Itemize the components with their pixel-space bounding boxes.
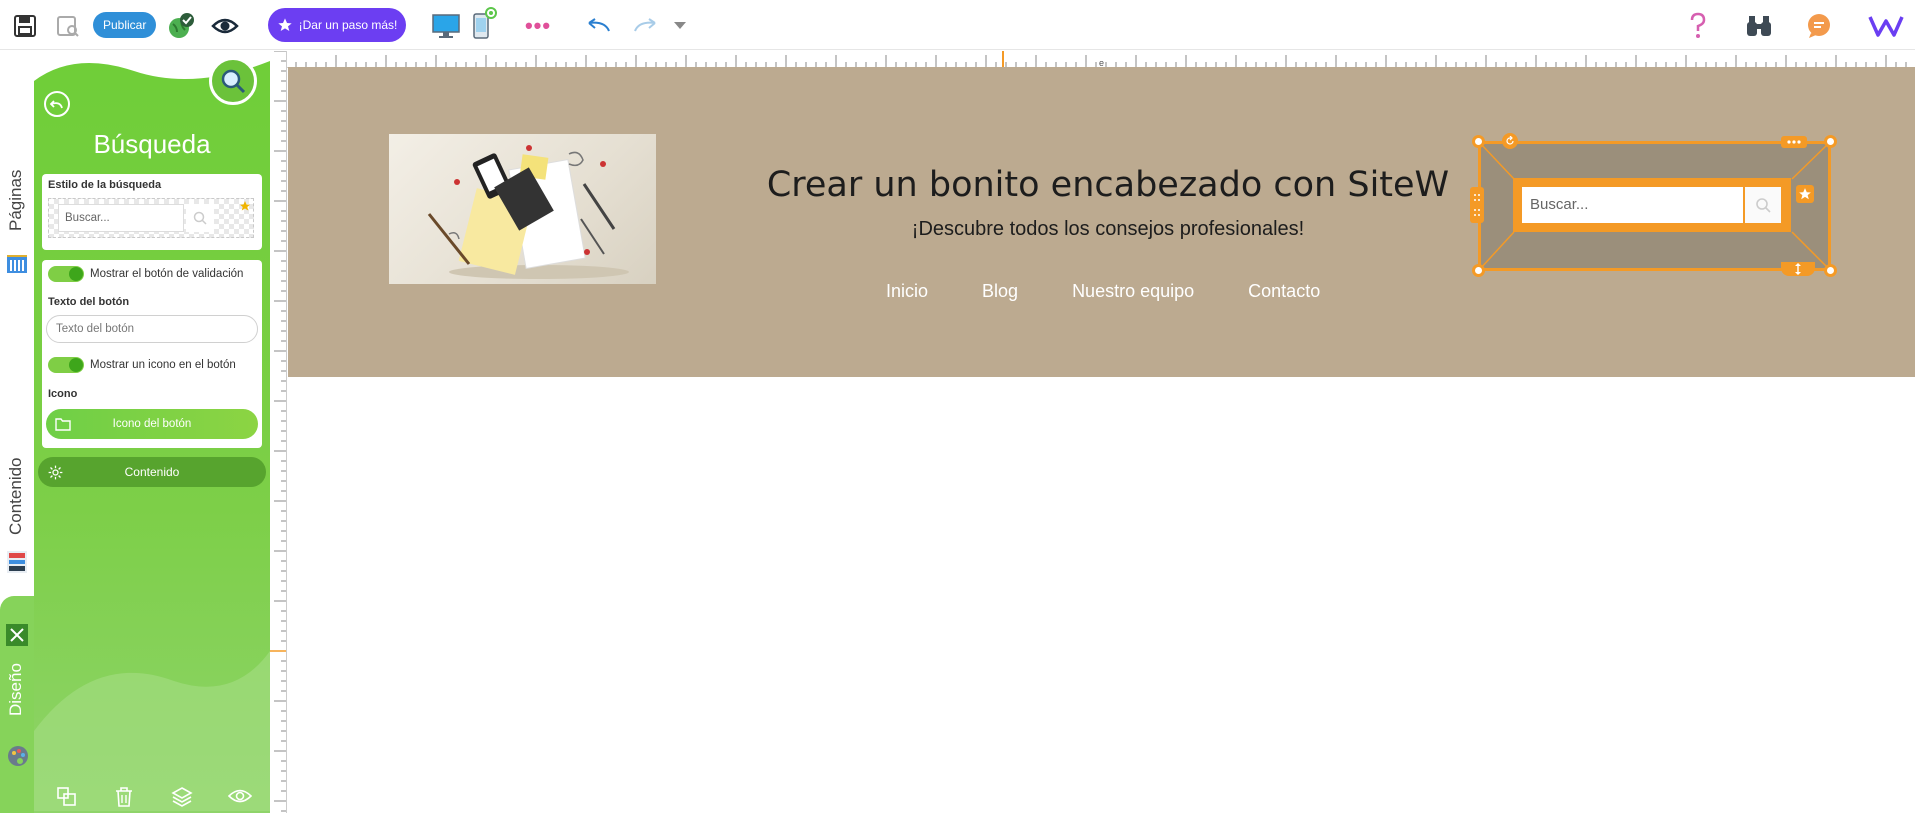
header-image[interactable] [389,134,656,284]
nav-link-contact[interactable]: Contacto [1248,281,1320,302]
panel-bottom-toolbar [34,782,270,812]
pages-icon[interactable] [5,253,29,282]
more-options-dots[interactable]: ••• [520,12,556,39]
horizontal-ruler: e [286,51,1915,68]
drag-handle-icon[interactable] [1470,187,1484,223]
top-toolbar: Publicar ¡Dar un paso más! ••• [0,0,1915,50]
content-section-label: Contenido [124,465,180,479]
site-search-input[interactable]: Buscar... [1522,187,1743,223]
tab-design-label: Diseño [6,663,25,716]
redo-icon[interactable] [630,12,660,39]
preview-eye-icon[interactable] [210,12,240,39]
globe-published-icon[interactable] [167,12,195,39]
close-icon[interactable] [6,624,28,646]
search-widget-icon[interactable] [209,57,257,105]
binoculars-icon[interactable] [1744,12,1774,39]
favorite-star-icon[interactable] [239,199,251,217]
widget-star-icon[interactable] [1796,185,1814,203]
palette-icon[interactable] [6,744,30,773]
search-style-card: Estilo de la búsqueda Buscar... [42,174,262,250]
panel-title: Búsqueda [93,129,211,159]
resize-handle-top-left[interactable] [1472,135,1485,148]
selected-search-widget[interactable]: Buscar... [1470,133,1837,277]
help-icon[interactable] [1686,12,1710,39]
preview-search-input: Buscar... [58,204,184,232]
folder-icon [55,418,71,431]
stationery-illustration [427,145,629,279]
star-icon [277,18,292,31]
search-settings-panel: Búsqueda Estilo de la búsqueda Buscar...… [34,51,270,813]
header-nav: Inicio Blog Nuestro equipo Contacto [886,281,1320,302]
layers-icon[interactable] [171,786,193,813]
button-options-card: Mostrar el botón de validación Texto del… [42,260,262,448]
promo-label: ¡Dar un paso más! [298,18,398,32]
left-tab-strip: Páginas Contenido [0,51,34,596]
resize-handle-bottom-left[interactable] [1472,264,1485,277]
icon-toggle-row: Mostrar un icono en el botón [48,357,236,373]
search-widget-frame: Buscar... [1513,178,1791,232]
resize-handle-top-right[interactable] [1824,135,1837,148]
show-validation-toggle[interactable] [48,266,84,282]
widget-menu-icon[interactable] [1781,136,1807,148]
chat-icon[interactable] [1804,12,1834,39]
icon-select-button[interactable]: Icono del botón [46,409,258,439]
site-search-button[interactable] [1745,187,1781,223]
button-text-input[interactable]: Texto del botón [46,315,258,343]
publish-button[interactable]: Publicar [93,12,157,38]
visibility-eye-icon[interactable] [227,788,253,809]
mobile-view-icon[interactable] [470,6,498,42]
nav-link-team[interactable]: Nuestro equipo [1072,281,1194,302]
vertical-ruler [270,51,287,813]
back-icon[interactable] [44,91,70,117]
save-icon[interactable] [12,12,38,39]
desktop-view-icon[interactable] [430,12,462,39]
height-resize-icon[interactable] [1781,262,1815,276]
header-headline[interactable]: Crear un bonito encabezado con SiteW [738,165,1478,205]
duplicate-icon[interactable] [56,786,78,813]
sitew-logo-icon[interactable] [1868,12,1904,39]
gear-icon [48,465,63,480]
nav-link-blog[interactable]: Blog [982,281,1018,302]
content-section-button[interactable]: Contenido [38,457,266,487]
validation-toggle-row: Mostrar el botón de validación [48,266,243,282]
tab-pages[interactable]: Páginas [6,170,26,231]
design-tab[interactable]: Diseño [0,596,34,813]
save-as-icon[interactable] [55,12,81,39]
icon-label: Icono [48,388,78,400]
show-icon-label: Mostrar un icono en el botón [90,359,236,371]
search-icon [1756,198,1771,213]
search-style-preview[interactable]: Buscar... [48,198,254,238]
button-text-label: Texto del botón [48,296,130,308]
preview-search-icon [186,204,214,232]
site-header-block[interactable]: Crear un bonito encabezado con SiteW ¡De… [288,67,1915,377]
delete-icon[interactable] [114,786,134,813]
header-subline[interactable]: ¡Descubre todos los consejos profesional… [738,218,1478,241]
show-validation-label: Mostrar el botón de validación [90,268,244,280]
show-icon-toggle[interactable] [48,357,84,373]
nav-link-home[interactable]: Inicio [886,281,928,302]
upgrade-promo-button[interactable]: ¡Dar un paso más! [268,8,406,42]
undo-icon[interactable] [584,12,614,39]
panel-bottom-wave [34,651,270,811]
search-style-label: Estilo de la búsqueda [48,179,162,191]
tab-content[interactable]: Contenido [6,457,26,535]
resize-handle-bottom-right[interactable] [1824,264,1837,277]
icon-button-label: Icono del botón [112,418,192,430]
content-icon[interactable] [5,549,29,580]
history-dropdown-icon[interactable] [672,12,688,39]
rotate-icon[interactable] [1502,133,1518,149]
